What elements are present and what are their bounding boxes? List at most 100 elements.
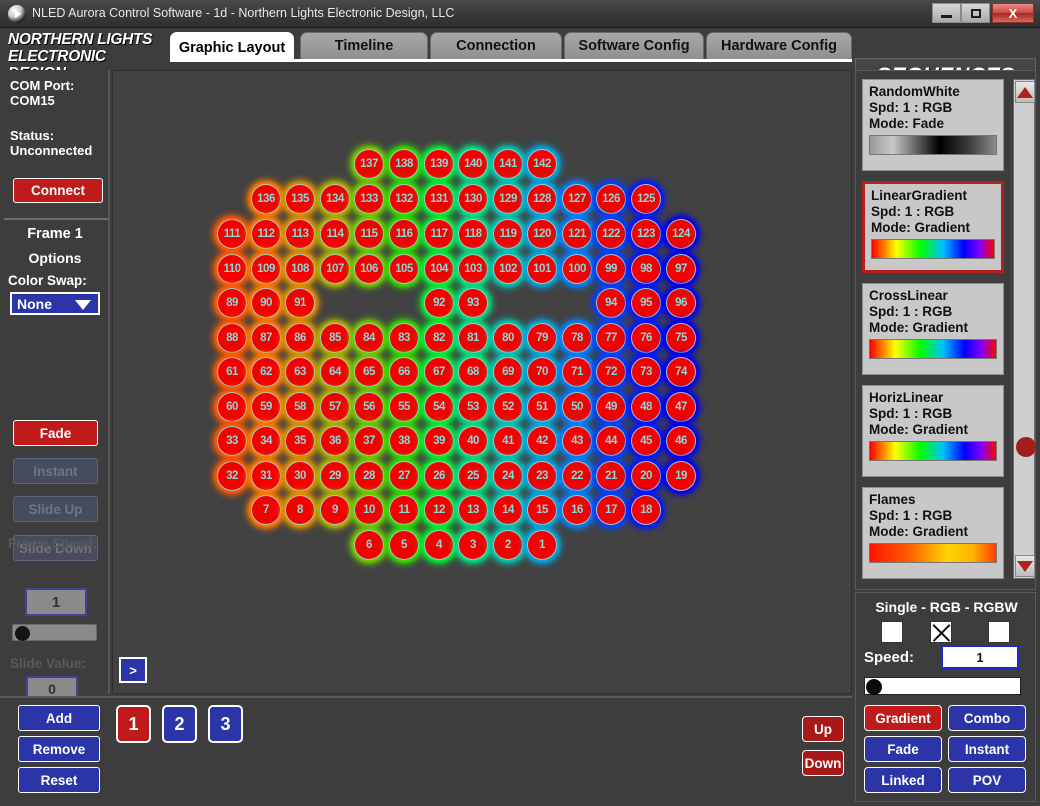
led-pixel[interactable]: 110	[217, 254, 247, 284]
led-pixel[interactable]: 85	[320, 323, 350, 353]
led-pixel[interactable]: 101	[527, 254, 557, 284]
maximize-button[interactable]	[961, 3, 990, 23]
led-pixel[interactable]: 32	[217, 461, 247, 491]
linked-mode-button[interactable]: Linked	[864, 767, 942, 793]
led-pixel[interactable]: 109	[251, 254, 281, 284]
led-pixel[interactable]: 16	[562, 495, 592, 525]
led-pixel[interactable]: 115	[354, 219, 384, 249]
speed-slider-knob[interactable]	[866, 679, 882, 695]
move-up-button[interactable]: Up	[802, 716, 844, 742]
frame-speed-input[interactable]: 1	[25, 588, 87, 616]
tab-graphic-layout[interactable]: Graphic Layout	[170, 32, 294, 62]
led-pixel[interactable]: 80	[493, 323, 523, 353]
led-pixel[interactable]: 94	[596, 288, 626, 318]
instant-mode-button[interactable]: Instant	[948, 736, 1026, 762]
led-pixel[interactable]: 35	[285, 426, 315, 456]
led-pixel[interactable]: 131	[424, 184, 454, 214]
led-pixel[interactable]: 46	[666, 426, 696, 456]
led-pixel[interactable]: 75	[666, 323, 696, 353]
sequence-card[interactable]: CrossLinear Spd: 1 : RGB Mode: Gradient	[862, 283, 1004, 375]
led-pixel[interactable]: 138	[389, 149, 419, 179]
led-pixel[interactable]: 6	[354, 530, 384, 560]
led-pixel[interactable]: 2	[493, 530, 523, 560]
led-pixel[interactable]: 130	[458, 184, 488, 214]
led-pixel[interactable]: 132	[389, 184, 419, 214]
led-pixel[interactable]: 47	[666, 392, 696, 422]
color-swap-dropdown[interactable]: None	[10, 292, 100, 315]
fade-mode-button[interactable]: Fade	[864, 736, 942, 762]
right-single-checkbox[interactable]	[881, 621, 903, 643]
led-pixel[interactable]: 67	[424, 357, 454, 387]
led-pixel[interactable]: 36	[320, 426, 350, 456]
led-pixel[interactable]: 90	[251, 288, 281, 318]
led-pixel[interactable]: 13	[458, 495, 488, 525]
led-pixel[interactable]: 17	[596, 495, 626, 525]
led-pixel[interactable]: 137	[354, 149, 384, 179]
led-pixel[interactable]: 7	[251, 495, 281, 525]
led-pixel[interactable]: 3	[458, 530, 488, 560]
sidebar-instant-button[interactable]: Instant	[13, 458, 98, 484]
led-pixel[interactable]: 95	[631, 288, 661, 318]
tab-connection[interactable]: Connection	[430, 32, 562, 59]
led-pixel[interactable]: 112	[251, 219, 281, 249]
move-down-button[interactable]: Down	[802, 750, 844, 776]
tab-hardware-config[interactable]: Hardware Config	[706, 32, 852, 59]
led-pixel[interactable]: 70	[527, 357, 557, 387]
led-pixel[interactable]: 25	[458, 461, 488, 491]
led-pixel[interactable]: 57	[320, 392, 350, 422]
led-pixel[interactable]: 66	[389, 357, 419, 387]
led-pixel[interactable]: 77	[596, 323, 626, 353]
led-pixel[interactable]: 136	[251, 184, 281, 214]
led-pixel[interactable]: 97	[666, 254, 696, 284]
led-pixel[interactable]: 48	[631, 392, 661, 422]
led-pixel[interactable]: 44	[596, 426, 626, 456]
speed-input[interactable]: 1	[941, 645, 1019, 669]
led-pixel[interactable]: 15	[527, 495, 557, 525]
led-pixel[interactable]: 99	[596, 254, 626, 284]
led-pixel[interactable]: 11	[389, 495, 419, 525]
led-pixel[interactable]: 92	[424, 288, 454, 318]
sequence-card[interactable]: HorizLinear Spd: 1 : RGB Mode: Gradient	[862, 385, 1004, 477]
led-pixel[interactable]: 34	[251, 426, 281, 456]
led-pixel[interactable]: 140	[458, 149, 488, 179]
led-pixel[interactable]: 40	[458, 426, 488, 456]
led-pixel[interactable]: 89	[217, 288, 247, 318]
led-pixel[interactable]: 41	[493, 426, 523, 456]
led-pixel[interactable]: 31	[251, 461, 281, 491]
sequence-card[interactable]: RandomWhite Spd: 1 : RGB Mode: Fade	[862, 79, 1004, 171]
reset-button[interactable]: Reset	[18, 767, 100, 793]
led-pixel[interactable]: 54	[424, 392, 454, 422]
led-pixel[interactable]: 82	[424, 323, 454, 353]
speed-slider[interactable]	[864, 677, 1021, 695]
scroll-down-arrow[interactable]	[1015, 555, 1035, 577]
led-pixel[interactable]: 142	[527, 149, 557, 179]
led-pixel[interactable]: 63	[285, 357, 315, 387]
led-pixel[interactable]: 87	[251, 323, 281, 353]
led-pixel[interactable]: 134	[320, 184, 350, 214]
led-pixel[interactable]: 43	[562, 426, 592, 456]
led-layout-canvas[interactable]: > 137 138 139 140 141 142 136 135 134 133 132 131 13…	[112, 70, 852, 694]
led-pixel[interactable]: 59	[251, 392, 281, 422]
led-pixel[interactable]: 61	[217, 357, 247, 387]
led-pixel[interactable]: 100	[562, 254, 592, 284]
led-pixel[interactable]: 19	[666, 461, 696, 491]
frame-speed-slider[interactable]	[12, 624, 97, 641]
led-pixel[interactable]: 72	[596, 357, 626, 387]
right-rgbw-checkbox[interactable]	[988, 621, 1010, 643]
led-pixel[interactable]: 93	[458, 288, 488, 318]
led-pixel[interactable]: 74	[666, 357, 696, 387]
frame-speed-slider-knob[interactable]	[15, 626, 30, 641]
led-pixel[interactable]: 96	[666, 288, 696, 318]
led-pixel[interactable]: 65	[354, 357, 384, 387]
led-pixel[interactable]: 42	[527, 426, 557, 456]
frame-button-3[interactable]: 3	[208, 705, 243, 743]
led-pixel[interactable]: 64	[320, 357, 350, 387]
led-pixel[interactable]: 71	[562, 357, 592, 387]
sequences-scrollbar[interactable]	[1013, 79, 1036, 579]
gradient-mode-button[interactable]: Gradient	[864, 705, 942, 731]
led-pixel[interactable]: 128	[527, 184, 557, 214]
led-pixel[interactable]: 81	[458, 323, 488, 353]
led-pixel[interactable]: 1	[527, 530, 557, 560]
led-pixel[interactable]: 69	[493, 357, 523, 387]
led-pixel[interactable]: 24	[493, 461, 523, 491]
